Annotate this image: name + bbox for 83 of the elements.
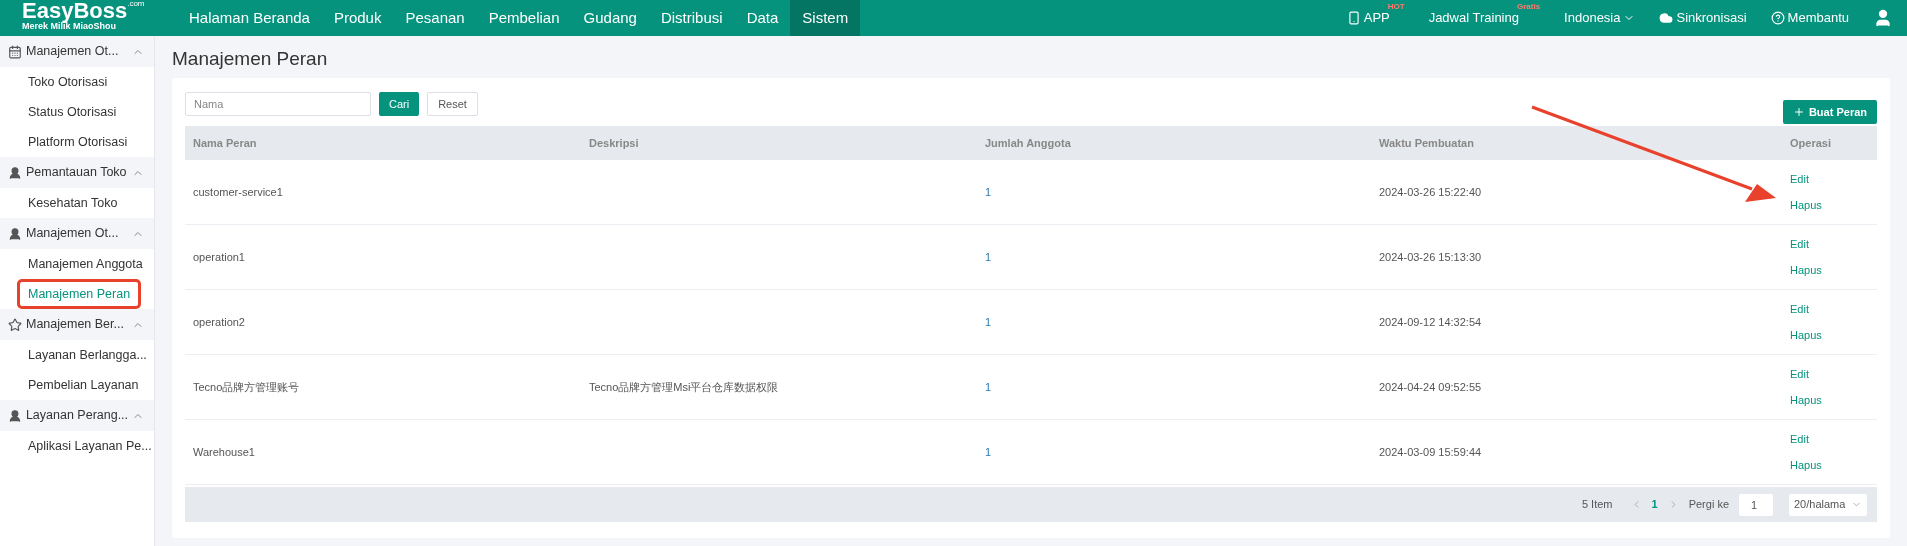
nav-tab[interactable]: Gudang <box>571 0 649 36</box>
goto-page-field[interactable]: 1 <box>1739 493 1773 516</box>
member-count-link[interactable]: 1 <box>985 313 992 331</box>
search-button[interactable]: Cari <box>379 92 420 116</box>
promo-label: Gratis <box>1516 1 1541 13</box>
name-search-field[interactable]: Nama <box>185 92 371 116</box>
member-count-link[interactable]: 1 <box>985 183 992 201</box>
sidebar-item[interactable]: Manajemen Anggota <box>20 251 151 277</box>
logo-tagline: Merek Milik MiaoShou <box>22 21 117 31</box>
table-cell-text: operation2 <box>193 314 246 330</box>
table-cell-text: 2024-04-24 09:52:55 <box>1379 379 1483 395</box>
column-header: Operasi <box>1790 135 1832 151</box>
page-title: Manajemen Peran <box>172 46 329 71</box>
member-count-link[interactable]: 1 <box>985 248 992 266</box>
create-role-button[interactable]: Buat Peran <box>1782 100 1877 124</box>
table-cell-text: customer-service1 <box>193 184 284 200</box>
person-icon <box>8 408 22 423</box>
help-icon <box>1770 11 1785 25</box>
action-link[interactable]: Hapus <box>1790 196 1822 213</box>
logo-suffix: .com <box>127 0 145 8</box>
action-link[interactable]: Edit <box>1790 236 1809 253</box>
action-link[interactable]: Edit <box>1790 301 1809 318</box>
sidebar-group[interactable]: Pemantauan Toko <box>0 157 154 188</box>
table-cell-text: Tecno品牌方管理Msi平台仓库数据权限 <box>589 379 780 395</box>
person-icon <box>8 165 22 180</box>
sidebar-group[interactable]: Layanan Perang... <box>0 400 154 431</box>
sidebar-item[interactable]: Kesehatan Toko <box>20 190 126 216</box>
nav-tab[interactable]: Data <box>734 0 791 36</box>
page-number[interactable]: 1 <box>1651 496 1658 513</box>
action-link[interactable]: Hapus <box>1790 326 1822 343</box>
table-cell-text: 2024-03-26 15:13:30 <box>1379 249 1483 265</box>
sidebar-item[interactable]: Toko Otorisasi <box>20 69 116 95</box>
cloud-icon <box>1659 11 1674 25</box>
sidebar-item[interactable]: Status Otorisasi <box>20 99 125 125</box>
nav-tab[interactable]: Distribusi <box>648 0 735 36</box>
sidebar-group[interactable]: Manajemen Ber... <box>0 309 154 340</box>
header-link[interactable]: Indonesia <box>1564 8 1636 28</box>
promo-label: HOT <box>1387 1 1405 13</box>
page-size-select[interactable]: 20/halama <box>1789 493 1867 516</box>
table-cell-text: operation1 <box>193 249 246 265</box>
logo: EasyBoss <box>22 0 128 22</box>
sidebar-group[interactable]: Manajemen Ot... <box>0 218 154 249</box>
header-link[interactable]: Sinkronisasi <box>1659 8 1747 28</box>
member-count-link[interactable]: 1 <box>985 443 992 461</box>
header-link[interactable]: APP <box>1346 8 1390 28</box>
phone-icon <box>1346 11 1361 25</box>
plus-icon <box>1792 106 1805 118</box>
total-count: 5 Item <box>1581 497 1613 513</box>
action-link[interactable]: Edit <box>1790 366 1809 383</box>
sidebar-group[interactable]: Manajemen Ot... <box>0 36 154 67</box>
nav-tab[interactable]: Halaman Beranda <box>177 0 322 36</box>
sidebar-item[interactable]: Layanan Berlangga... <box>20 342 155 368</box>
sidebar-item[interactable]: Aplikasi Layanan Pe... <box>20 433 160 459</box>
table-cell-text: 2024-03-09 15:59:44 <box>1379 444 1483 460</box>
reset-button[interactable]: Reset <box>427 92 478 116</box>
sidebar-item[interactable]: Manajemen Peran <box>17 278 142 310</box>
action-link[interactable]: Hapus <box>1790 456 1822 473</box>
header-link[interactable]: Membantu <box>1770 8 1849 28</box>
nav-tab[interactable]: Pesanan <box>393 0 477 36</box>
goto-label: Pergi ke <box>1688 497 1729 513</box>
sidebar-item[interactable]: Platform Otorisasi <box>20 129 136 155</box>
table-cell-text: 2024-09-12 14:32:54 <box>1379 314 1483 330</box>
column-header: Deskripsi <box>589 135 640 151</box>
star-icon <box>8 317 22 332</box>
action-link[interactable]: Edit <box>1790 171 1809 188</box>
column-header: Nama Peran <box>193 135 258 151</box>
column-header: Waktu Pembuatan <box>1379 135 1475 151</box>
column-header: Jumlah Anggota <box>985 135 1072 151</box>
action-link[interactable]: Edit <box>1790 431 1809 448</box>
action-link[interactable]: Hapus <box>1790 391 1822 408</box>
action-link[interactable]: Hapus <box>1790 261 1822 278</box>
person-icon <box>8 226 22 241</box>
header-link[interactable]: Jadwal Training <box>1428 8 1519 28</box>
table-cell-text: Warehouse1 <box>193 444 256 460</box>
nav-tab[interactable]: Sistem <box>790 0 861 36</box>
table-cell-text: 2024-03-26 15:22:40 <box>1379 184 1483 200</box>
calendar-icon <box>8 44 22 59</box>
table-cell-text: Tecno品牌方管理账号 <box>193 379 301 395</box>
nav-tab[interactable]: Produk <box>321 0 394 36</box>
nav-tab[interactable]: Pembelian <box>476 0 572 36</box>
user-icon[interactable] <box>1873 8 1893 28</box>
sidebar-item[interactable]: Pembelian Layanan <box>20 372 147 398</box>
member-count-link[interactable]: 1 <box>985 378 992 396</box>
